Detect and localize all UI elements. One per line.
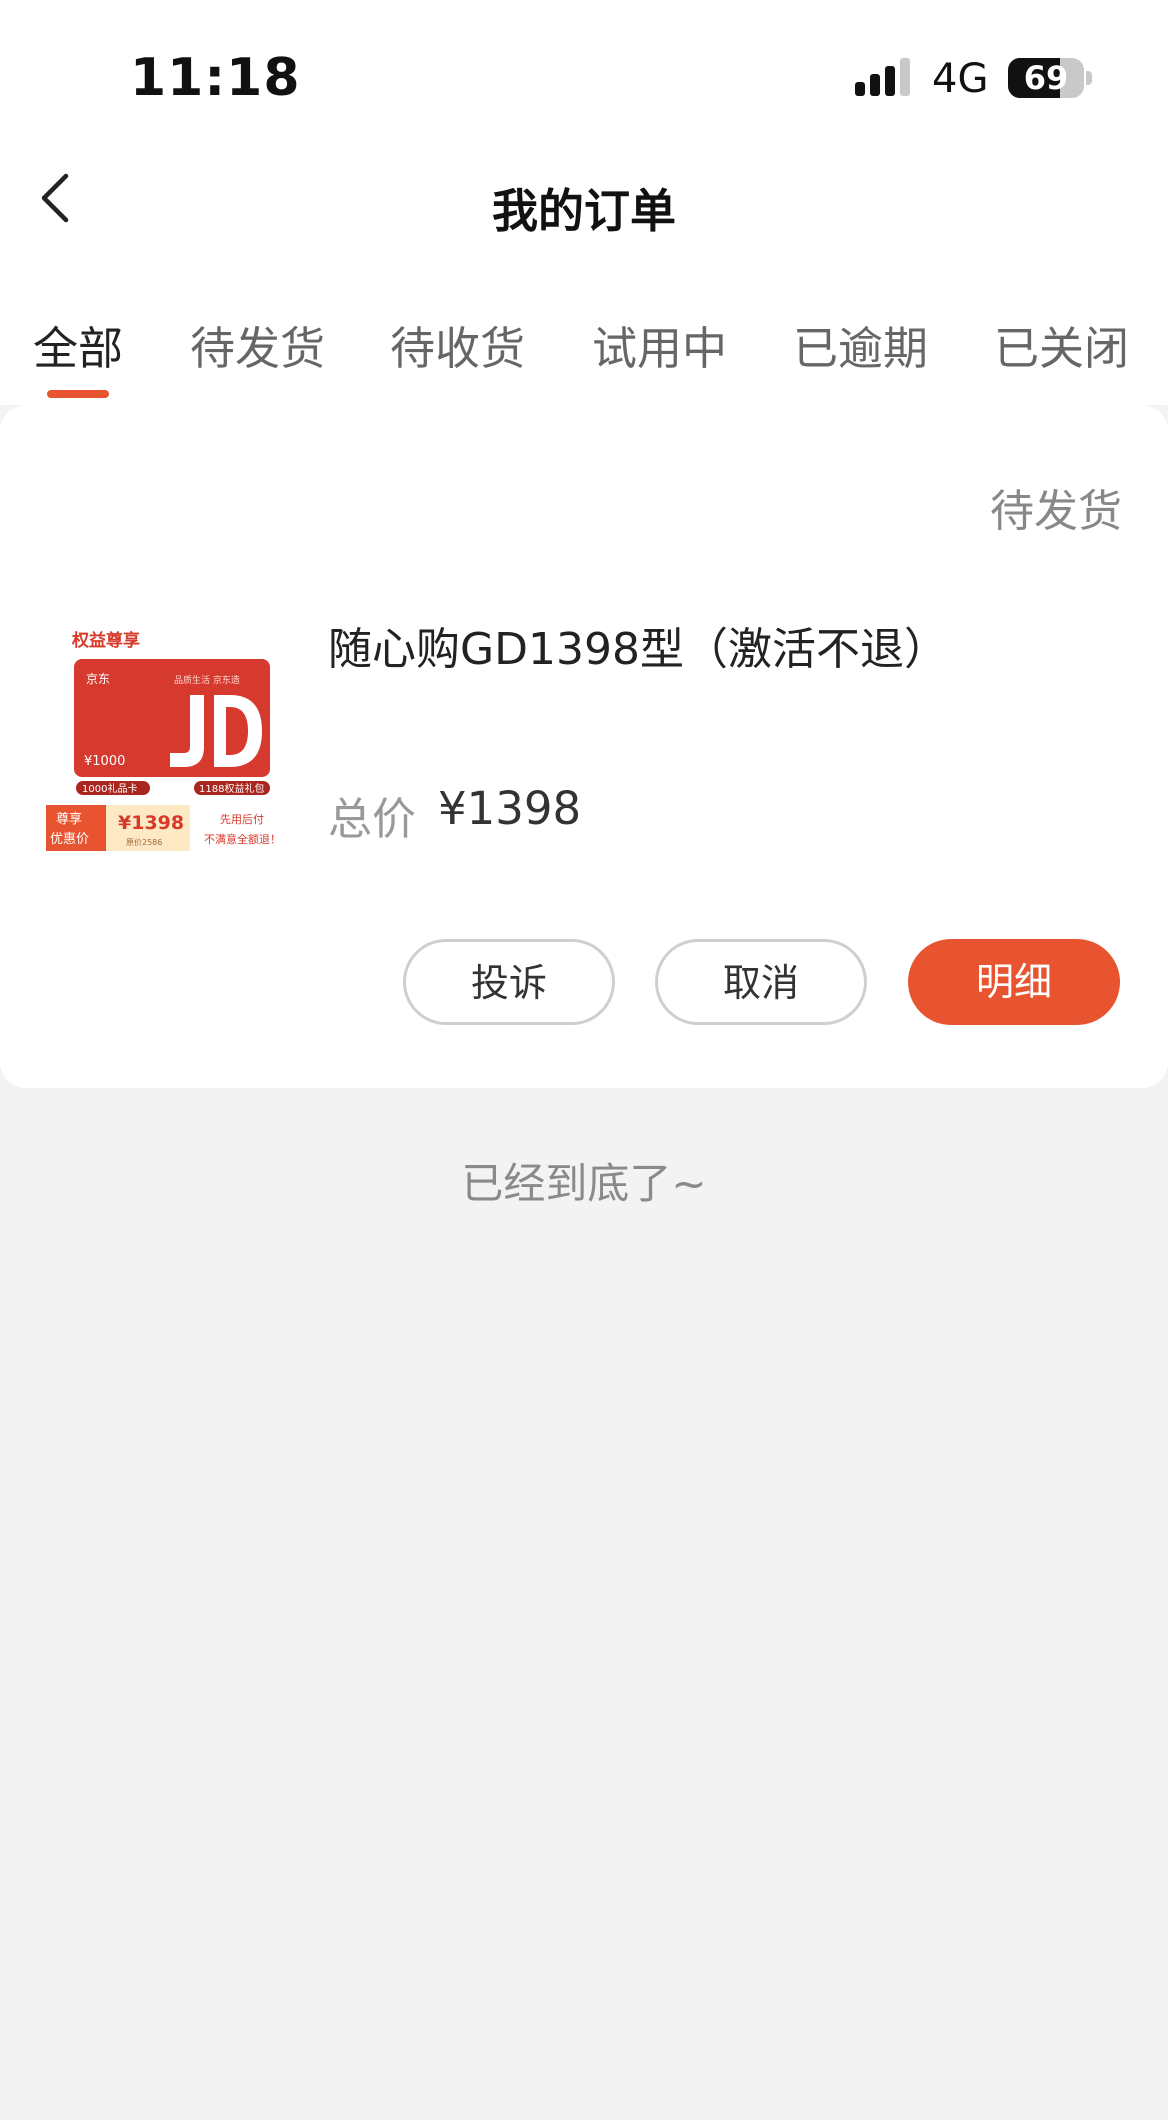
thumb-promo-label-1: 尊享 bbox=[56, 811, 82, 827]
status-time: 11:18 bbox=[130, 48, 301, 108]
status-bar: 11:18 4G 69 bbox=[0, 0, 1168, 150]
tab-pending-receipt[interactable]: 待收货 bbox=[390, 312, 525, 377]
order-card[interactable]: 待发货 权益尊享 京东 品质生活 京东造 ¥1000 1000礼品卡 1188权… bbox=[0, 405, 1168, 1088]
thumb-slogan: 品质生活 京东造 bbox=[174, 674, 240, 686]
page-title: 我的订单 bbox=[492, 184, 676, 238]
thumb-corner-label: 权益尊享 bbox=[71, 630, 140, 651]
end-of-list-text: 已经到底了~ bbox=[461, 1159, 707, 1208]
thumb-tag-right: 1188权益礼包 bbox=[199, 782, 264, 795]
cancel-button[interactable]: 取消 bbox=[655, 939, 867, 1025]
thumb-brand: 京东 bbox=[86, 672, 110, 686]
network-type: 4G bbox=[932, 56, 989, 102]
total-price-value: ¥1398 bbox=[438, 782, 582, 835]
thumb-promo-note-1: 先用后付 bbox=[220, 813, 264, 826]
order-status: 待发货 bbox=[990, 486, 1122, 537]
active-tab-indicator bbox=[47, 390, 109, 398]
nav-bar: 我的订单 bbox=[0, 150, 1168, 260]
thumb-promo-subprice: 原价2586 bbox=[126, 838, 162, 847]
order-tabs: 全部 待发货 待收货 试用中 已逾期 已关闭 bbox=[0, 300, 1168, 405]
battery-percent: 69 bbox=[1023, 59, 1069, 97]
thumb-promo-price: ¥1398 bbox=[118, 812, 184, 834]
product-name[interactable]: 随心购GD1398型（激活不退） bbox=[328, 613, 948, 677]
battery-icon: 69 bbox=[1008, 58, 1092, 98]
tab-all[interactable]: 全部 bbox=[33, 312, 123, 377]
detail-button[interactable]: 明细 bbox=[908, 939, 1120, 1025]
thumb-promo-label-2: 优惠价 bbox=[50, 832, 89, 847]
signal-strength-icon bbox=[855, 58, 910, 96]
tab-overdue[interactable]: 已逾期 bbox=[793, 312, 928, 377]
thumb-card-value: ¥1000 bbox=[84, 754, 125, 769]
product-thumbnail[interactable]: 权益尊享 京东 品质生活 京东造 ¥1000 1000礼品卡 1188权益礼包 … bbox=[44, 615, 294, 855]
complain-button[interactable]: 投诉 bbox=[403, 939, 615, 1025]
thumb-promo-note-2: 不满意全额退！ bbox=[204, 832, 281, 846]
tab-pending-shipment[interactable]: 待发货 bbox=[190, 312, 325, 377]
thumb-tag-left: 1000礼品卡 bbox=[82, 782, 137, 795]
tab-closed[interactable]: 已关闭 bbox=[994, 312, 1129, 377]
tab-in-trial[interactable]: 试用中 bbox=[592, 312, 727, 377]
total-price-label: 总价 bbox=[328, 794, 416, 845]
